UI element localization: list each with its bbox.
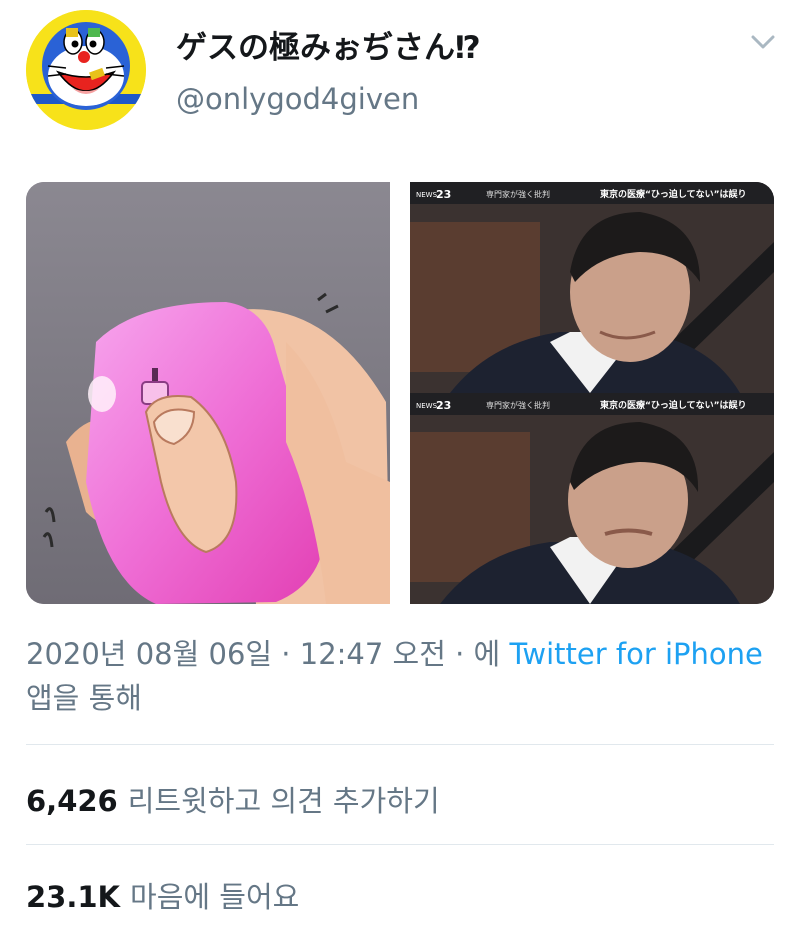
- retweets-label: 리트윗하고 의견 추가하기: [127, 784, 440, 818]
- timestamp-text: 2020년 08월 06일 · 12:47 오전 · 에: [26, 637, 510, 671]
- hand-holding-device-illustration: [26, 182, 390, 604]
- doraemon-avatar-image: [26, 10, 146, 130]
- tweet-header: ゲスの極みぉぢさん⁉ @onlygod4given: [0, 0, 800, 150]
- news-headline-bottom: 東京の医療“ひっ迫してない”は誤り: [600, 399, 747, 411]
- chevron-down-icon[interactable]: [748, 30, 778, 54]
- news-number-top: 23: [436, 188, 451, 201]
- news-logo-top: NEWS: [416, 191, 438, 199]
- likes-count: 23.1K: [26, 880, 121, 914]
- likes-stat[interactable]: 23.1K 마음에 들어요: [26, 874, 299, 916]
- tweet-timestamp: 2020년 08월 06일 · 12:47 오전 · 에 Twitter for…: [26, 632, 766, 720]
- avatar[interactable]: [26, 10, 146, 130]
- divider: [26, 844, 774, 845]
- display-name-text: ゲスの極みぉぢさん: [176, 30, 455, 66]
- news-headline-top: 東京の医療“ひっ迫してない”は誤り: [600, 188, 747, 200]
- retweets-count: 6,426: [26, 784, 118, 818]
- timestamp-suffix: 앱을 통해: [26, 681, 142, 715]
- media-image-left[interactable]: [26, 182, 390, 604]
- source-app-link[interactable]: Twitter for iPhone: [509, 637, 762, 671]
- divider: [26, 744, 774, 745]
- news-broadcast-image: NEWS 23 専門家が強く批判 東京の医療“ひっ迫してない”は誤り NEWS …: [410, 182, 774, 604]
- news-subtitle-top: 専門家が強く批判: [486, 189, 550, 199]
- likes-label: 마음에 들어요: [130, 880, 300, 914]
- user-handle[interactable]: @onlygod4given: [176, 82, 419, 116]
- news-number-bottom: 23: [436, 399, 451, 412]
- news-subtitle-bottom: 専門家が強く批判: [486, 400, 550, 410]
- retweets-stat[interactable]: 6,426 리트윗하고 의견 추가하기: [26, 778, 440, 820]
- display-name-emoji: ⁉: [455, 30, 481, 66]
- media-grid: NEWS 23 専門家が強く批判 東京の医療“ひっ迫してない”は誤り NEWS …: [26, 182, 774, 604]
- media-image-right[interactable]: NEWS 23 専門家が強く批判 東京の医療“ひっ迫してない”は誤り NEWS …: [410, 182, 774, 604]
- news-logo-bottom: NEWS: [416, 402, 438, 410]
- display-name[interactable]: ゲスの極みぉぢさん⁉: [176, 22, 481, 67]
